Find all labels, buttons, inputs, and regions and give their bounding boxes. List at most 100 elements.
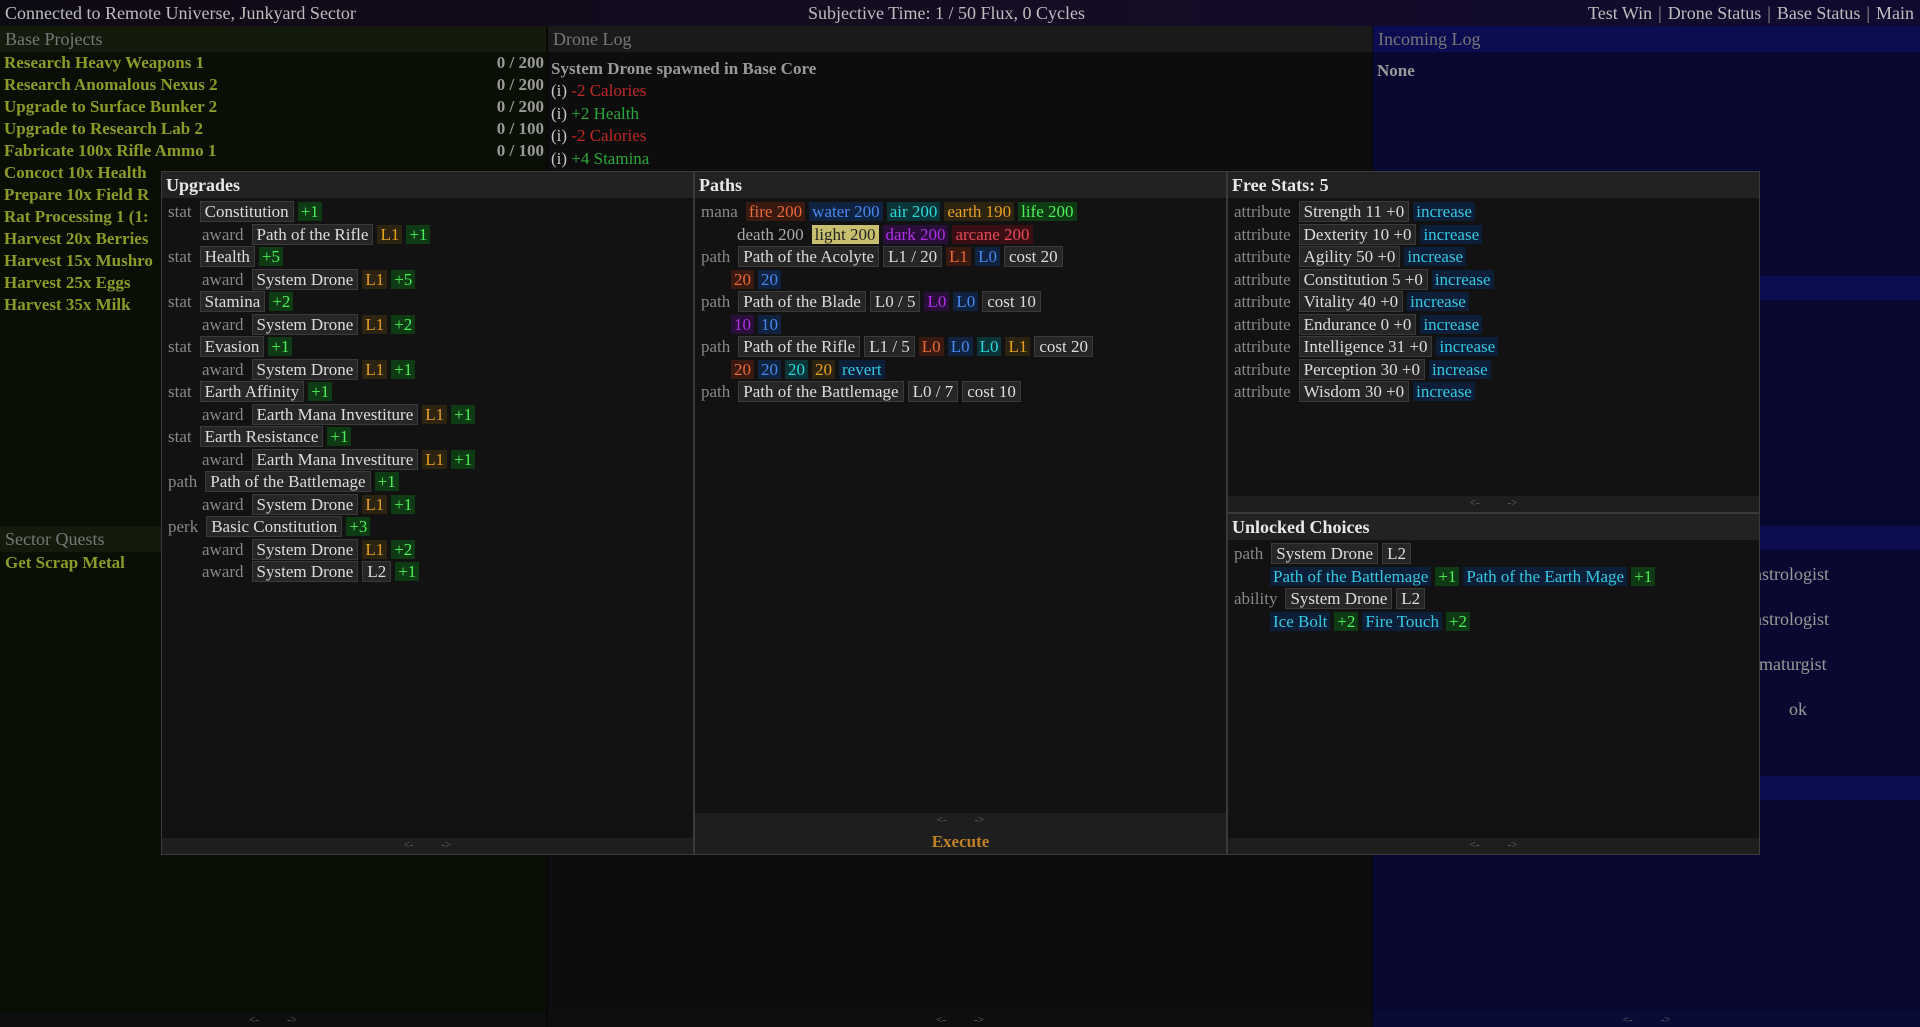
attribute-kind: attribute xyxy=(1234,314,1291,334)
path-name[interactable]: Path of the Battlemage xyxy=(738,381,904,402)
upgrade-name[interactable]: Stamina xyxy=(199,291,266,312)
upgrade-name[interactable]: Constitution xyxy=(199,201,294,222)
path-cost: cost 20 xyxy=(1034,336,1093,357)
upgrade-name[interactable]: Earth Mana Investiture xyxy=(251,403,419,425)
attribute-value: Endurance 0 +0 xyxy=(1298,313,1417,335)
upgrade-name[interactable]: Earth Resistance xyxy=(199,426,324,447)
nav-main[interactable]: Main xyxy=(1876,3,1914,23)
path-row[interactable]: path Path of the Battlemage L0 / 7 cost 10 xyxy=(695,381,1226,404)
choice-option[interactable]: Fire Touch xyxy=(1362,611,1442,631)
choice-option[interactable]: Path of the Battlemage xyxy=(1270,566,1432,586)
next-page-button[interactable]: -> xyxy=(1661,1014,1671,1026)
project-item[interactable]: Fabricate 100x Rifle Ammo 1 0 / 100 xyxy=(0,140,546,162)
increase-button[interactable]: increase xyxy=(1407,292,1469,311)
upgrade-name[interactable]: Path of the Rifle xyxy=(251,223,374,245)
upgrade-bonus: +1 xyxy=(451,449,476,469)
upgrade-name[interactable]: System Drone xyxy=(251,313,359,335)
next-page-button[interactable]: -> xyxy=(1508,839,1518,851)
mana-label: mana xyxy=(701,202,738,221)
attribute-kind: attribute xyxy=(1234,202,1291,221)
project-item[interactable]: Research Anomalous Nexus 2 0 / 200 xyxy=(0,74,546,96)
upgrade-name[interactable]: System Drone xyxy=(251,268,359,290)
attribute-value: Strength 11 +0 xyxy=(1298,201,1410,222)
upgrade-name[interactable]: System Drone xyxy=(251,493,359,515)
next-page-button[interactable]: -> xyxy=(975,814,985,826)
path-req: 20 xyxy=(812,359,835,379)
attribute-kind: attribute xyxy=(1234,337,1291,356)
upgrade-name[interactable]: System Drone xyxy=(251,358,359,380)
nav-test-win[interactable]: Test Win xyxy=(1588,3,1652,23)
upgrade-bonus: +1 xyxy=(297,202,322,221)
log-text: -2 Calories xyxy=(571,126,647,145)
project-item[interactable]: Research Heavy Weapons 1 0 / 200 xyxy=(0,52,546,74)
next-page-button[interactable]: -> xyxy=(974,1014,984,1026)
choice-level: L2 xyxy=(1396,588,1426,609)
path-name[interactable]: Path of the Acolyte xyxy=(738,246,880,267)
incoming-item: rmaturgist xyxy=(1753,654,1827,674)
prev-page-button[interactable]: <- xyxy=(937,814,947,826)
path-req: 20 xyxy=(731,269,754,289)
path-row[interactable]: path Path of the Rifle L1 / 5 L0 L0 L0 L1 cost … xyxy=(695,336,1226,359)
increase-button[interactable]: increase xyxy=(1413,202,1475,221)
next-page-button[interactable]: -> xyxy=(1508,497,1518,509)
upgrade-name[interactable]: Health xyxy=(199,246,255,267)
increase-button[interactable]: increase xyxy=(1420,224,1483,244)
prev-page-button[interactable]: <- xyxy=(1470,839,1480,851)
upgrade-name[interactable]: Earth Affinity xyxy=(199,381,305,402)
nav-base-status[interactable]: Base Status xyxy=(1777,3,1861,23)
increase-button[interactable]: increase xyxy=(1420,314,1483,334)
increase-button[interactable]: increase xyxy=(1404,247,1467,266)
upgrade-name[interactable]: System Drone xyxy=(251,538,359,560)
revert-button[interactable]: revert xyxy=(839,359,885,379)
upgrade-name[interactable]: System Drone xyxy=(251,561,359,582)
upgrade-level: L1 xyxy=(362,269,388,289)
project-item[interactable]: Upgrade to Research Lab 2 0 / 100 xyxy=(0,118,546,140)
next-page-button[interactable]: -> xyxy=(287,1014,297,1026)
upgrade-name[interactable]: Earth Mana Investiture xyxy=(251,448,419,470)
project-item[interactable]: Upgrade to Surface Bunker 2 0 / 200 xyxy=(0,96,546,118)
path-name[interactable]: Path of the Blade xyxy=(738,291,866,312)
choice-level: L2 xyxy=(1382,543,1411,564)
increase-button[interactable]: increase xyxy=(1436,337,1499,356)
upgrade-level: L1 xyxy=(362,359,388,379)
attribute-row: attribute Wisdom 30 +0 increase xyxy=(1228,381,1759,404)
project-progress: 0 / 200 xyxy=(496,53,544,72)
mana-air: air 200 xyxy=(886,202,941,221)
upgrade-bonus: +1 xyxy=(406,224,431,244)
path-name[interactable]: Path of the Rifle xyxy=(738,336,861,357)
next-page-button[interactable]: -> xyxy=(442,839,452,851)
quests-pager: <- -> xyxy=(0,1013,546,1027)
prev-page-button[interactable]: <- xyxy=(249,1014,259,1026)
upgrades-window: Upgrades stat Constitution +1 award Path of … xyxy=(161,171,694,855)
upgrade-name[interactable]: Evasion xyxy=(199,336,265,357)
path-level: L0 / 7 xyxy=(907,381,959,402)
increase-button[interactable]: increase xyxy=(1428,359,1491,379)
nav-drone-status[interactable]: Drone Status xyxy=(1668,3,1762,23)
path-row[interactable]: path Path of the Acolyte L1 / 20 L1 L0 cost 2… xyxy=(695,246,1226,269)
prev-page-button[interactable]: <- xyxy=(404,839,414,851)
increase-button[interactable]: increase xyxy=(1413,382,1475,401)
prev-page-button[interactable]: <- xyxy=(1470,497,1480,509)
choice-option[interactable]: Path of the Earth Mage xyxy=(1463,566,1628,586)
path-row[interactable]: path Path of the Blade L0 / 5 L0 L0 cost 10 xyxy=(695,291,1226,314)
prev-page-button[interactable]: <- xyxy=(936,1014,946,1026)
path-req: 20 xyxy=(731,359,754,379)
execute-button[interactable]: Execute xyxy=(695,829,1226,854)
upgrade-kind: award xyxy=(202,314,244,334)
project-name: Harvest 35x Milk xyxy=(4,295,131,314)
project-name: Upgrade to Surface Bunker 2 xyxy=(4,97,218,116)
upgrade-row: stat Stamina +2 xyxy=(162,291,693,314)
choice-source: System Drone xyxy=(1285,588,1393,609)
attribute-row: attribute Perception 30 +0 increase xyxy=(1228,358,1759,382)
choice-option[interactable]: Ice Bolt xyxy=(1270,611,1331,631)
upgrade-name[interactable]: Path of the Battlemage xyxy=(205,471,371,492)
increase-button[interactable]: increase xyxy=(1431,269,1494,289)
upgrade-level: L1 xyxy=(422,449,448,469)
incoming-behind: nstrologist nstrologist rmaturgist ok xyxy=(1753,564,1829,744)
prev-page-button[interactable]: <- xyxy=(1623,1014,1633,1026)
mana-dark: dark 200 xyxy=(882,224,949,244)
upgrade-kind: award xyxy=(202,359,244,379)
upgrade-kind: stat xyxy=(168,382,192,401)
upgrade-row: award System Drone L1 +1 xyxy=(162,493,693,517)
upgrade-name[interactable]: Basic Constitution xyxy=(206,516,343,537)
